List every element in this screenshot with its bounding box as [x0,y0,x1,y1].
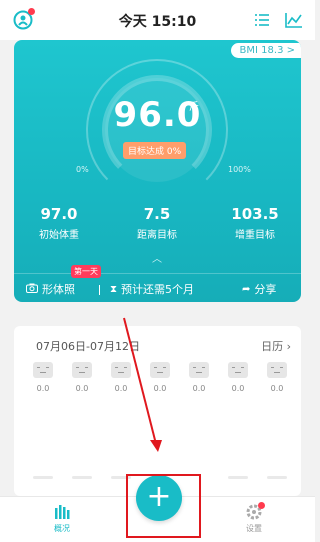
goal-progress-badge: 目标达成 0% [123,142,187,159]
stat-initial-weight: 97.0 初始体重 [39,205,79,241]
annotation-highlight-box [126,474,201,538]
placeholder-bar [228,476,248,479]
list-icon[interactable] [252,10,272,30]
face-icon [72,362,92,378]
face-icon [228,362,248,378]
date-range: 07月06日-07月12日 [36,340,140,353]
day-item[interactable]: 0.0 [147,362,173,393]
placeholder-bar [72,476,92,479]
day-item[interactable]: 0.0 [69,362,95,393]
face-icon [111,362,131,378]
weekly-calendar-card: 07月06日-07月12日 日历 › 0.0 0.0 0.0 0.0 0.0 0… [14,326,301,496]
stat-gain-target: 103.5 增重目标 [231,205,279,241]
estimate-info: ⧗ 预计还需5个月 [110,283,195,296]
face-icon [267,362,287,378]
day-item[interactable]: 0.0 [30,362,56,393]
chevron-right-icon: › [286,340,291,353]
face-icon [150,362,170,378]
nav-settings[interactable]: 设置 [234,502,274,534]
hourglass-icon: ⧗ [110,283,118,295]
stat-distance-to-goal: 7.5 距离目标 [137,205,177,241]
chevron-down-icon[interactable]: ︿ [152,250,162,265]
day-item[interactable]: 0.0 [264,362,290,393]
action-separator [99,285,100,295]
placeholder-bar [33,476,53,479]
nav-overview[interactable]: 概况 [42,503,82,534]
top-bar: 今天 15:10 [0,0,315,40]
day-item[interactable]: 0.0 [186,362,212,393]
share-arrow-icon: ➦ [242,283,251,295]
face-icon [189,362,209,378]
camera-icon [26,283,38,296]
gear-icon [234,502,274,523]
bar-chart-icon [42,503,82,523]
day-item[interactable]: 0.0 [225,362,251,393]
day-item[interactable]: 0.0 [108,362,134,393]
trend-chart-icon[interactable] [284,10,304,30]
weight-card: BMI 18.3 > 96.0 斤 目标达成 0% 0% 100% 97.0 初… [14,40,301,302]
face-icon [33,362,53,378]
gauge-min-label: 0% [76,165,89,174]
current-weight: 96.0 [113,95,202,135]
card-actions: 形体照 ⧗ 预计还需5个月 ➦ 分享 [14,277,301,301]
body-photo-button[interactable]: 形体照 [26,281,75,297]
share-button[interactable]: ➦ 分享 [242,281,276,297]
calendar-link[interactable]: 日历 › [261,338,291,354]
placeholder-bar [267,476,287,479]
notification-dot [258,502,265,509]
card-divider [14,273,301,274]
gauge-max-label: 100% [228,165,251,174]
weight-unit: 斤 [189,102,199,113]
